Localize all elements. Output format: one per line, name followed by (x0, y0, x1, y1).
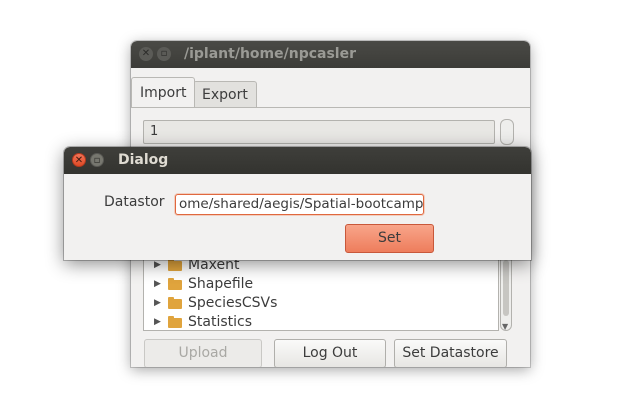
scroll-down-arrow-icon[interactable]: ▼ (502, 322, 508, 331)
close-icon[interactable]: ✕ (139, 47, 153, 61)
tree-item[interactable]: ▶ Statistics (144, 313, 498, 330)
folder-icon (168, 297, 182, 309)
tree-item[interactable]: ▶ SpeciesCSVs (144, 294, 498, 313)
file-tree[interactable]: ▶ Maxent ▶ Shapefile ▶ SpeciesCSVs ▶ Sta… (143, 255, 499, 331)
close-icon[interactable]: ✕ (72, 153, 86, 167)
expander-arrow-icon[interactable]: ▶ (154, 313, 161, 330)
path-scrollbar[interactable] (500, 119, 514, 145)
dialog-titlebar[interactable]: ✕ ▫ Dialog (64, 147, 531, 174)
set-datastore-button[interactable]: Set Datastore (394, 339, 507, 367)
minimize-icon[interactable]: ▫ (157, 47, 171, 61)
folder-icon (168, 278, 182, 290)
tab-import[interactable]: Import (131, 77, 196, 107)
tree-item-label: Shapefile (188, 276, 254, 292)
path-field[interactable]: 1 (143, 120, 495, 144)
tree-item[interactable]: ▶ Shapefile (144, 275, 498, 294)
set-button[interactable]: Set (345, 224, 434, 253)
expander-arrow-icon[interactable]: ▶ (154, 275, 161, 294)
minimize-icon[interactable]: ▫ (90, 153, 104, 167)
scrollbar-thumb[interactable] (503, 260, 509, 316)
tab-bar: Import Export (131, 77, 530, 107)
datastore-label: Datastor (104, 194, 165, 210)
main-titlebar[interactable]: ✕ ▫ /iplant/home/npcasler (131, 41, 530, 68)
tree-item-label: SpeciesCSVs (188, 295, 278, 311)
tree-scrollbar[interactable]: ▼ (500, 255, 512, 331)
upload-button[interactable]: Upload (144, 339, 262, 367)
folder-icon (168, 259, 182, 271)
log-out-button[interactable]: Log Out (274, 339, 386, 367)
main-window-title: /iplant/home/npcasler (184, 46, 356, 62)
dialog-window: ✕ ▫ Dialog Datastor ome/shared/aegis/Spa… (64, 147, 531, 260)
tab-export[interactable]: Export (193, 81, 257, 107)
tree-item-label: Statistics (188, 314, 252, 330)
folder-icon (168, 316, 182, 328)
expander-arrow-icon[interactable]: ▶ (154, 294, 161, 313)
dialog-title: Dialog (118, 152, 169, 168)
datastore-input[interactable]: ome/shared/aegis/Spatial-bootcamp (175, 194, 424, 215)
